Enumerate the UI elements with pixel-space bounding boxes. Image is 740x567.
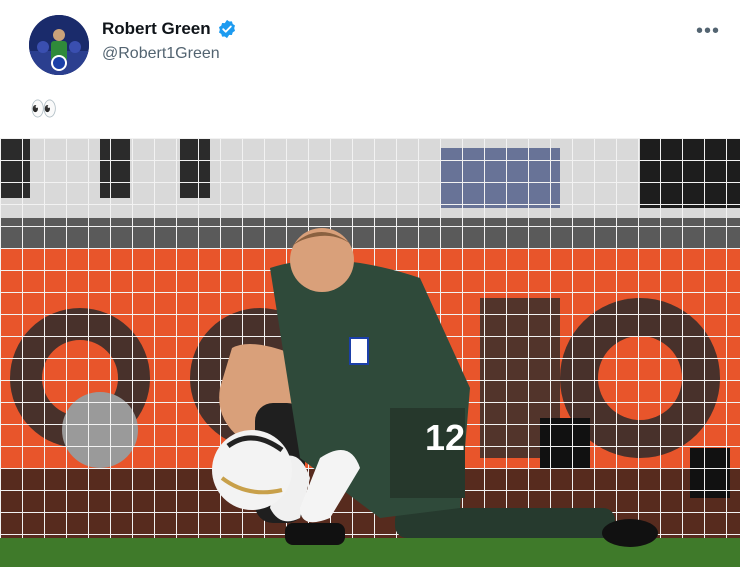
tweet-text: 👀 <box>30 96 58 121</box>
more-options-icon[interactable]: ••• <box>696 20 720 43</box>
jersey-number: 12 <box>425 417 465 458</box>
avatar-image <box>29 15 89 75</box>
author-handle[interactable]: @Robert1Green <box>102 45 220 63</box>
tweet-photo[interactable]: 12 <box>0 138 740 567</box>
verified-badge-icon <box>217 19 237 39</box>
author-avatar[interactable] <box>29 15 89 75</box>
goalkeeper-photo: 12 <box>0 138 740 567</box>
author-name-row: Robert Green <box>102 19 237 39</box>
author-name[interactable]: Robert Green <box>102 19 211 39</box>
